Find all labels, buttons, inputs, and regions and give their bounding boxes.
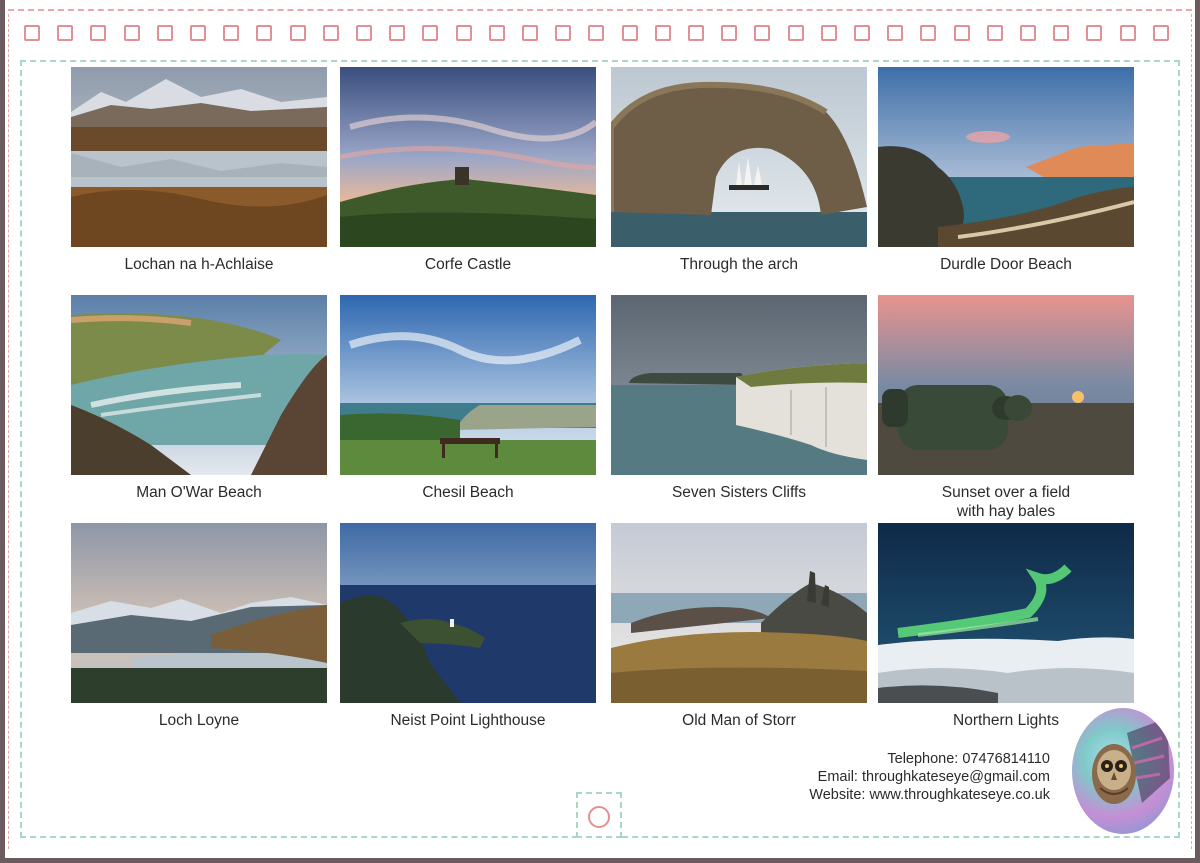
binding-hole [887,25,904,41]
photo-caption: Through the arch [679,256,799,273]
photo-loch-loyne [71,523,327,703]
hanging-hole [588,806,610,828]
photo-through-the-arch [611,67,867,247]
binding-hole [588,25,605,41]
website-text: Website: www.throughkateseye.co.uk [809,787,1050,803]
binding-hole [1086,25,1103,41]
binding-hole [422,25,439,41]
photo-caption: Corfe Castle [424,256,512,273]
binding-hole [24,25,40,41]
binding-hole [787,25,804,41]
photo-lochan-na-h-achlaise [71,67,327,247]
binding-hole [820,25,837,41]
binding-hole [754,25,771,41]
email-text: Email: throughkateseye@gmail.com [817,769,1050,785]
photo-caption: Old Man of Storr [682,712,796,729]
photo-caption: Lochan na h-Achlaise [124,256,274,273]
binding-hole [289,25,306,41]
photo-man-o-war-beach [71,295,327,475]
logo [1072,708,1174,834]
contact-block: Telephone: 07476814110 Email: throughkat… [809,750,1050,804]
photo-corfe-castle [340,67,596,247]
binding-hole [688,25,704,41]
binding-hole [953,25,970,41]
owl-icon [1092,718,1170,804]
photo-old-man-of-storr [611,523,867,703]
photo-caption: Chesil Beach [422,484,514,501]
photo-neist-point-lighthouse [340,523,596,703]
binding-hole [522,25,538,41]
photo-sunset-hay-bales [878,295,1134,475]
binding-hole [920,25,937,41]
binding-hole [356,25,372,41]
binding-hole [57,25,74,41]
binding-hole [1119,25,1136,41]
binding-hole [1053,25,1070,41]
binding-hole [854,25,870,41]
binding-hole [322,25,339,41]
binding-hole [389,25,406,41]
left-dash-line [8,14,9,849]
photo-northern-lights [878,523,1134,703]
photo-caption: Durdle Door Beach [940,256,1072,273]
binding-hole [223,25,240,41]
photo-caption: Neist Point Lighthouse [390,712,546,729]
binding-hole [123,25,140,41]
binding-hole [488,25,505,41]
top-perforation-line [8,9,1192,11]
binding-hole [621,25,638,41]
photo-caption: Man O'War Beach [136,484,262,501]
hanging-hole-box [576,792,622,838]
binding-hole [1152,25,1169,41]
binding-hole [256,25,273,41]
binding-holes [24,25,1180,47]
binding-hole [555,25,572,41]
photo-seven-sisters-cliffs [611,295,867,475]
photo-durdle-door-beach [878,67,1134,247]
binding-hole [90,25,107,41]
binding-hole [986,25,1003,41]
binding-hole [721,25,738,41]
binding-hole [455,25,472,41]
binding-hole [1020,25,1036,41]
telephone-text: Telephone: 07476814110 [887,751,1050,767]
binding-hole [190,25,206,41]
photo-caption: Seven Sisters Cliffs [671,484,807,501]
photo-caption: Loch Loyne [158,712,240,729]
binding-hole [156,25,173,41]
right-dash-line [1191,14,1192,849]
binding-hole [654,25,671,41]
photo-caption: Sunset over a field with hay bales [941,484,1071,520]
photo-chesil-beach [340,295,596,475]
